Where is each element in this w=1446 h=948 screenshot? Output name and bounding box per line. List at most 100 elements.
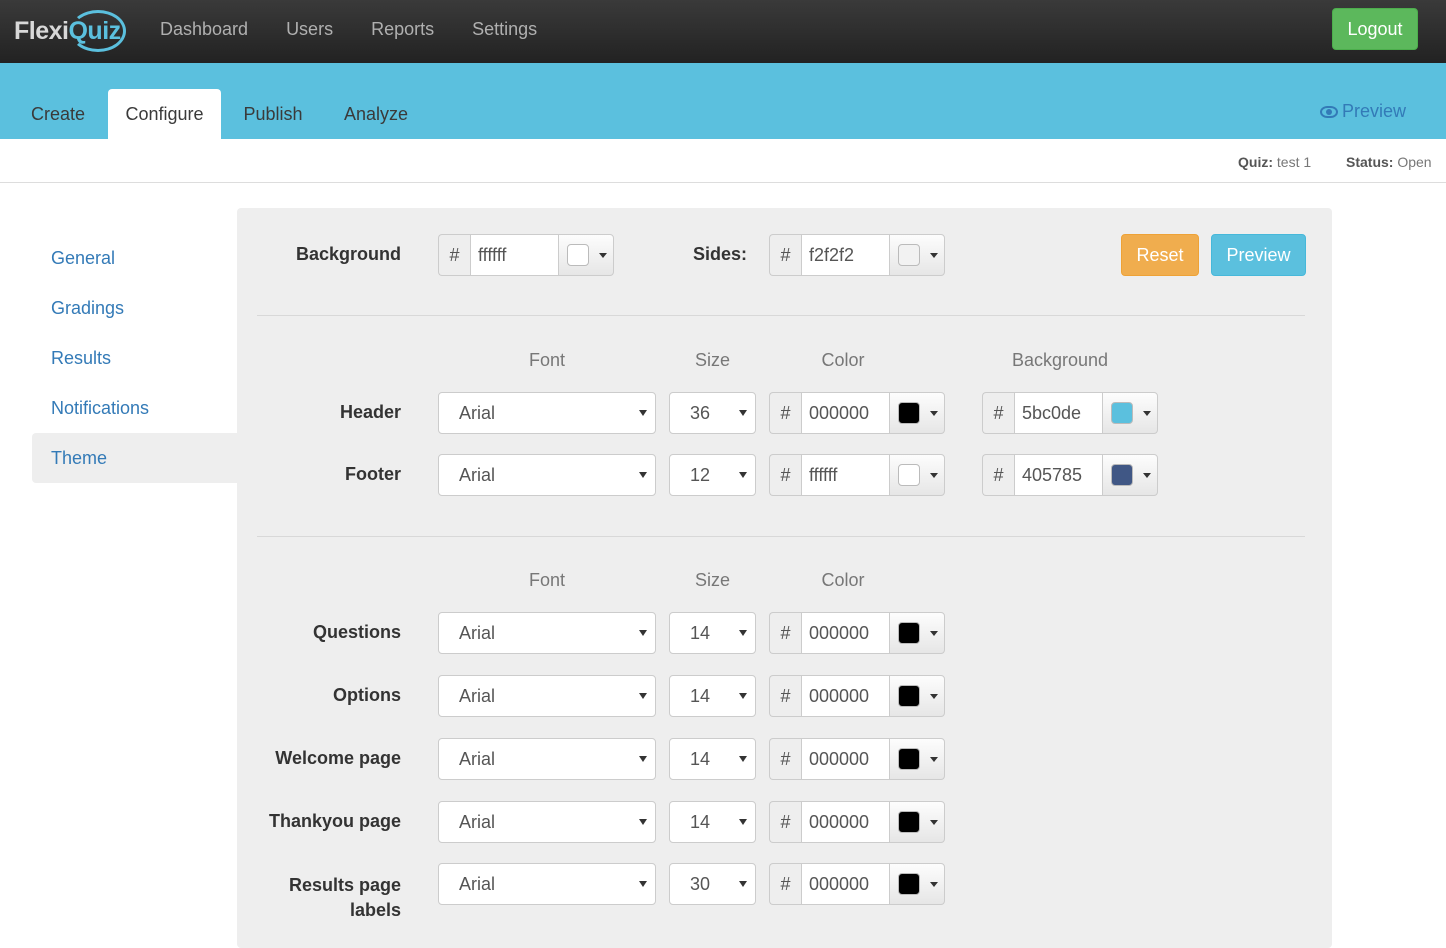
caret-down-icon xyxy=(639,410,647,416)
main-nav: Dashboard Users Reports Settings xyxy=(160,0,575,58)
header-bg-color-picker[interactable] xyxy=(1102,392,1158,434)
options-color-input: # xyxy=(769,675,945,717)
caret-down-icon xyxy=(739,630,747,636)
nav-reports[interactable]: Reports xyxy=(371,19,434,40)
logo-text-flexi: Flexi xyxy=(14,16,69,45)
options-font-select[interactable]: Arial xyxy=(438,675,656,717)
quiz-tabs-bar: Create Configure Publish Analyze Preview xyxy=(0,63,1446,139)
sidebar-item-results[interactable]: Results xyxy=(32,333,237,383)
hash-addon: # xyxy=(769,675,801,717)
options-label: Options xyxy=(333,685,401,705)
quiz-label: Quiz: xyxy=(1238,154,1273,170)
options-hex-field[interactable] xyxy=(801,675,889,717)
sidebar-item-gradings[interactable]: Gradings xyxy=(32,283,237,333)
results-font-select[interactable]: Arial xyxy=(438,863,656,905)
welcome-hex-field[interactable] xyxy=(801,738,889,780)
header-color-picker[interactable] xyxy=(889,392,945,434)
welcome-color-picker[interactable] xyxy=(889,738,945,780)
hash-addon: # xyxy=(769,863,801,905)
footer-size-select[interactable]: 12 xyxy=(669,454,756,496)
quiz-open-status: Status: Open xyxy=(1346,154,1432,170)
theme-panel: Background # Sides: # Reset Preview Font… xyxy=(237,208,1332,948)
questions-font-select[interactable]: Arial xyxy=(438,612,656,654)
quiz-name-status: Quiz: test 1 xyxy=(1238,154,1311,170)
results-hex-field[interactable] xyxy=(801,863,889,905)
nav-dashboard[interactable]: Dashboard xyxy=(160,19,248,40)
questions-hex-field[interactable] xyxy=(801,612,889,654)
thankyou-color-picker[interactable] xyxy=(889,801,945,843)
thankyou-font-select[interactable]: Arial xyxy=(438,801,656,843)
sidebar-item-general[interactable]: General xyxy=(32,233,237,283)
sides-color-picker[interactable] xyxy=(889,234,945,276)
footer-color-picker[interactable] xyxy=(889,454,945,496)
welcome-font-select[interactable]: Arial xyxy=(438,738,656,780)
hash-addon: # xyxy=(769,801,801,843)
footer-background-input: # xyxy=(982,454,1158,496)
thankyou-page-label: Thankyou page xyxy=(268,811,401,831)
caret-down-icon xyxy=(739,693,747,699)
footer-bg-hex-field[interactable] xyxy=(1014,454,1102,496)
caret-down-icon xyxy=(930,756,938,762)
size-value: 14 xyxy=(690,811,711,832)
footer-color-hex-field[interactable] xyxy=(801,454,889,496)
caret-down-icon xyxy=(639,630,647,636)
header-background-col: Background xyxy=(1011,350,1109,370)
options-color-picker[interactable] xyxy=(889,675,945,717)
size-value: 14 xyxy=(690,748,711,769)
questions-color-picker[interactable] xyxy=(889,612,945,654)
header-bg-hex-field[interactable] xyxy=(1014,392,1102,434)
options-size-select[interactable]: 14 xyxy=(669,675,756,717)
color-swatch xyxy=(898,464,920,486)
header-font-select[interactable]: Arial xyxy=(438,392,656,434)
header-font-value: Arial xyxy=(459,402,496,423)
reset-button[interactable]: Reset xyxy=(1121,234,1199,276)
color-swatch xyxy=(898,244,920,266)
header-size-select[interactable]: 36 xyxy=(669,392,756,434)
sidebar-item-notifications[interactable]: Notifications xyxy=(32,383,237,433)
thankyou-size-select[interactable]: 14 xyxy=(669,801,756,843)
footer-font-select[interactable]: Arial xyxy=(438,454,656,496)
background-hex-field[interactable] xyxy=(470,234,558,276)
font-value: Arial xyxy=(459,622,496,643)
nav-users[interactable]: Users xyxy=(286,19,333,40)
sides-hex-field[interactable] xyxy=(801,234,889,276)
quiz-status-bar: Quiz: test 1 Status: Open xyxy=(0,139,1446,183)
questions-size-select[interactable]: 14 xyxy=(669,612,756,654)
caret-down-icon xyxy=(739,410,747,416)
footer-bg-color-picker[interactable] xyxy=(1102,454,1158,496)
tab-publish[interactable]: Publish xyxy=(229,89,317,139)
tab-analyze[interactable]: Analyze xyxy=(330,89,422,139)
font-value: Arial xyxy=(459,685,496,706)
caret-down-icon xyxy=(930,819,938,825)
top-navbar: Flexi Quiz Dashboard Users Reports Setti… xyxy=(0,0,1446,63)
results-size-select[interactable]: 30 xyxy=(669,863,756,905)
font-value: Arial xyxy=(459,811,496,832)
caret-down-icon xyxy=(1143,472,1151,478)
preview-button[interactable]: Preview xyxy=(1211,234,1306,276)
sidebar-item-theme[interactable]: Theme xyxy=(32,433,237,483)
welcome-size-select[interactable]: 14 xyxy=(669,738,756,780)
thankyou-hex-field[interactable] xyxy=(801,801,889,843)
preview-link-label: Preview xyxy=(1342,101,1407,121)
color-swatch xyxy=(898,811,920,833)
hash-addon: # xyxy=(769,392,801,434)
nav-settings[interactable]: Settings xyxy=(472,19,537,40)
tab-create[interactable]: Create xyxy=(14,89,102,139)
results-color-picker[interactable] xyxy=(889,863,945,905)
tab-configure[interactable]: Configure xyxy=(108,89,221,139)
header-color-hex-field[interactable] xyxy=(801,392,889,434)
logout-button[interactable]: Logout xyxy=(1332,8,1418,50)
questions-color-input: # xyxy=(769,612,945,654)
preview-link[interactable]: Preview xyxy=(1320,101,1406,122)
caret-down-icon xyxy=(739,472,747,478)
flexiquiz-logo[interactable]: Flexi Quiz xyxy=(14,8,126,54)
header-row-label: Header xyxy=(339,402,401,422)
thankyou-color-input: # xyxy=(769,801,945,843)
hash-addon: # xyxy=(769,234,801,276)
caret-down-icon xyxy=(739,881,747,887)
caret-down-icon xyxy=(930,252,938,258)
font-value: Arial xyxy=(459,748,496,769)
caret-down-icon xyxy=(930,881,938,887)
hash-addon: # xyxy=(769,738,801,780)
header-font-col: Font xyxy=(528,350,566,370)
